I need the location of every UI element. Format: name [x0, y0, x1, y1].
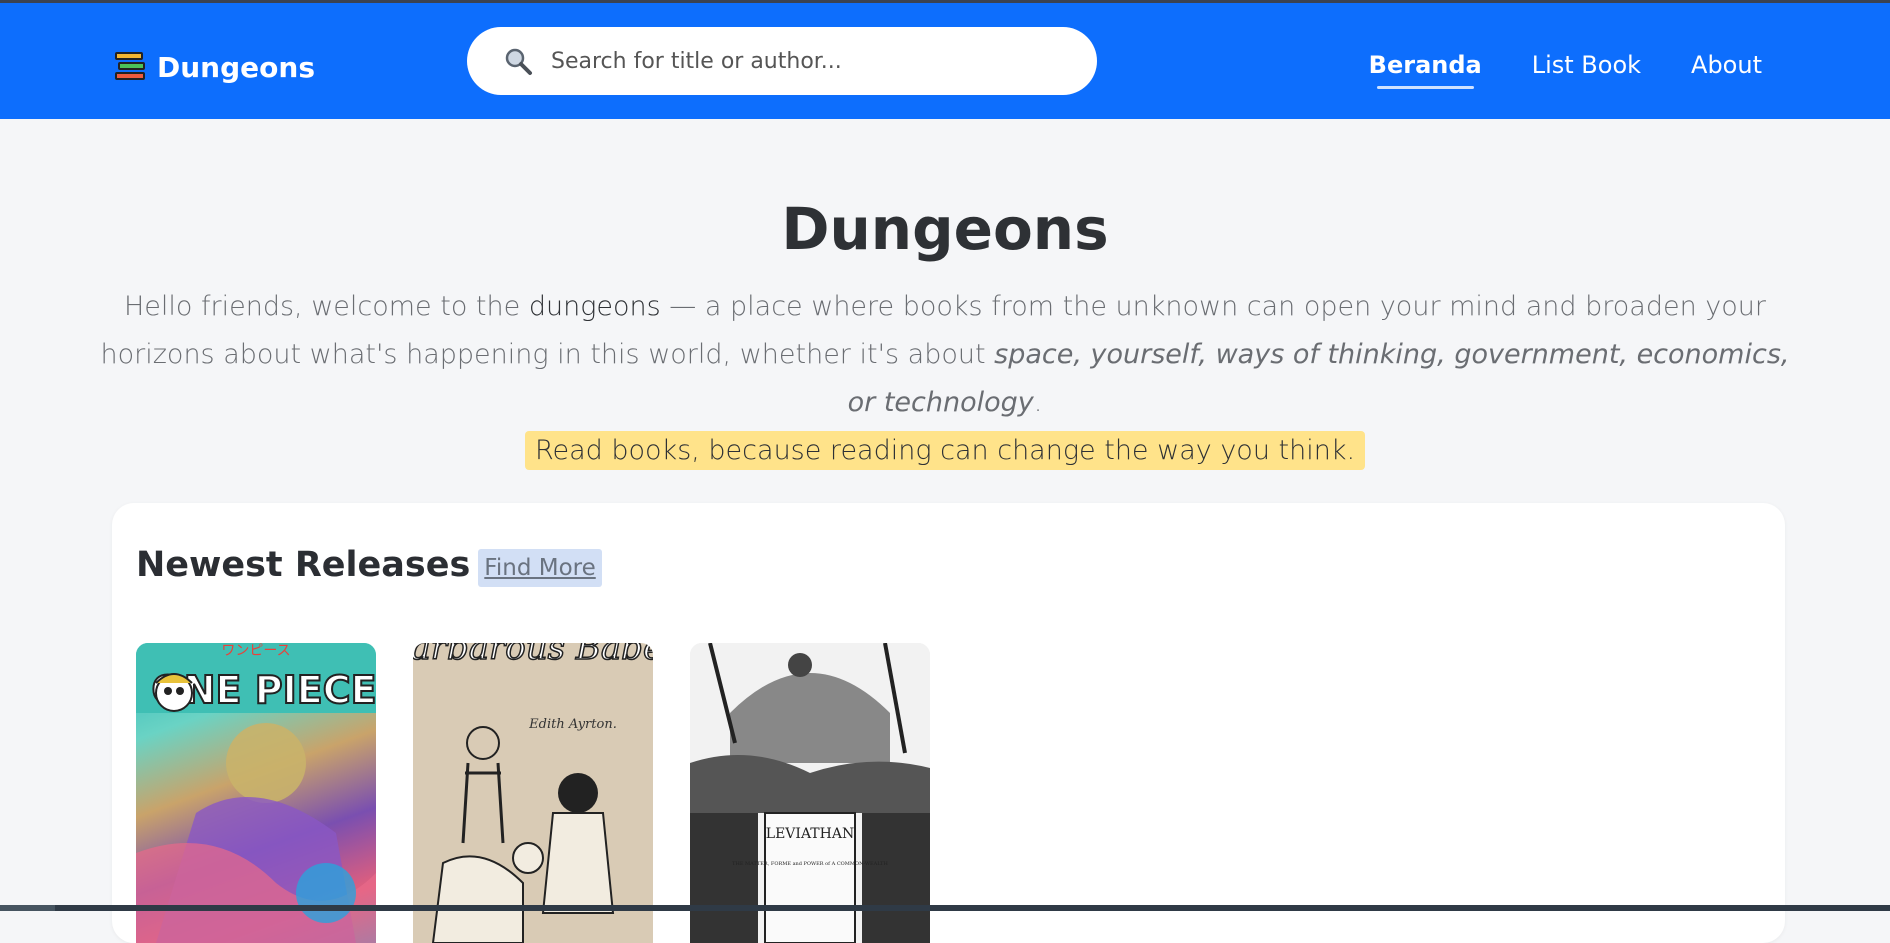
book-cover-leviathan[interactable]: LEVIATHAN THE MATTER, FORME and POWER of…: [690, 643, 930, 943]
leviathan-cover-art: LEVIATHAN THE MATTER, FORME and POWER of…: [690, 643, 930, 943]
hero-title: Dungeons: [781, 195, 1109, 263]
barbarous-babes-cover-art: Barbarous Babes Edith Ayrton.: [413, 643, 653, 943]
find-more-link[interactable]: Find More: [478, 549, 602, 587]
search-bar[interactable]: [467, 27, 1097, 95]
hero-text-strong: dungeons: [528, 291, 661, 322]
cover-subtitle: ワンピース: [221, 643, 290, 659]
brand-name: Dungeons: [157, 50, 315, 84]
hero-text-part-1: Hello friends, welcome to the: [123, 291, 529, 322]
taskbar-edge: [0, 905, 55, 911]
nav-link-beranda[interactable]: Beranda: [1369, 51, 1482, 89]
books-stack-icon: [115, 52, 147, 82]
hero-description: Hello friends, welcome to the dungeons —…: [100, 283, 1790, 475]
newest-releases-card: Newest Releases Find More ワンピース ONE PIEC…: [112, 503, 1785, 943]
hero-text-part-3: .: [1033, 387, 1043, 418]
nav-link-list-book[interactable]: List Book: [1532, 51, 1641, 79]
book-cover-one-piece[interactable]: ワンピース ONE PIECE: [136, 643, 376, 943]
book-list: ワンピース ONE PIECE Barbarous Babes Edith Ay…: [136, 643, 930, 943]
section-header: Newest Releases Find More: [136, 543, 602, 587]
search-input[interactable]: [551, 48, 1071, 74]
cover-title: LEVIATHAN: [766, 826, 854, 842]
section-title: Newest Releases: [136, 545, 471, 585]
hero-highlight: Read books, because reading can change t…: [524, 431, 1366, 470]
taskbar-edge-right: [55, 905, 1890, 911]
main-nav: Beranda List Book About: [1369, 51, 1762, 89]
one-piece-cover-art: ワンピース ONE PIECE: [136, 643, 376, 943]
brand-logo-link[interactable]: Dungeons: [115, 47, 315, 87]
cover-subtitle: THE MATTER, FORME and POWER of A COMMON-…: [732, 861, 888, 867]
hero-section: Dungeons Hello friends, welcome to the d…: [100, 195, 1790, 475]
nav-link-about[interactable]: About: [1691, 51, 1762, 79]
cover-author: Edith Ayrton.: [528, 717, 617, 732]
cover-title: Barbarous Babes: [413, 643, 653, 668]
navbar: Dungeons Beranda List Book About: [0, 3, 1890, 119]
book-cover-barbarous-babes[interactable]: Barbarous Babes Edith Ayrton.: [413, 643, 653, 943]
search-icon: [505, 48, 532, 75]
